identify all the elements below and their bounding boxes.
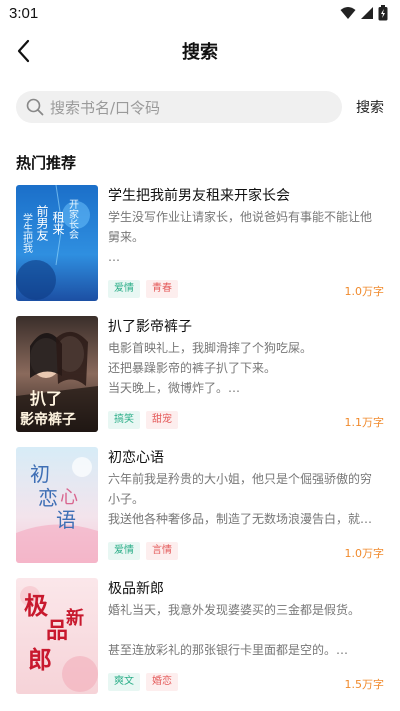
desc-line: 电影首映礼上，我脚滑摔了个狗吃屎。 xyxy=(108,341,313,355)
wifi-icon xyxy=(340,7,356,19)
book-cover: 极 品 新 郎 xyxy=(16,578,98,694)
tag: 青春 xyxy=(146,280,178,298)
status-icons xyxy=(340,5,388,21)
search-row: 搜索 xyxy=(16,91,384,125)
desc-line: 还把暴躁影帝的裤子扒了下来。 xyxy=(108,361,277,375)
desc-line: 当天晚上，微博炸了。… xyxy=(108,381,241,395)
book-item[interactable]: 初 恋 心 语 初恋心语 六年前我是矜贵的大小姐，他只是个倔强骄傲的穷 小子。 … xyxy=(16,447,384,578)
desc-line: 小子。 xyxy=(108,492,145,506)
svg-text:租来: 租来 xyxy=(51,211,65,235)
desc-line: 婚礼当天，我意外发现婆婆买的三金都是假货。 xyxy=(108,603,361,617)
search-button[interactable]: 搜索 xyxy=(356,97,384,117)
cover-title: 恋 xyxy=(38,486,58,510)
desc-line: 六年前我是矜贵的大小姐，他只是个倔强骄傲的穷 xyxy=(108,472,373,486)
page-title: 搜索 xyxy=(182,42,218,63)
book-list: 学生把我 前男友 租来 开家长会 学生把我前男友租来开家长会 学生没写作业让请家… xyxy=(16,185,384,709)
desc-line: 舅来。 xyxy=(108,230,145,244)
book-desc: 六年前我是矜贵的大小姐，他只是个倔强骄傲的穷 小子。 我送他各种奢侈品，制造了无… xyxy=(108,469,384,529)
cover-title: 影帝裤子 xyxy=(20,411,76,428)
battery-icon xyxy=(378,5,388,21)
desc-line: 甚至连放彩礼的那张银行卡里面都是空的。… xyxy=(108,643,349,657)
svg-text:前男友: 前男友 xyxy=(35,204,49,241)
cover-title: 新 xyxy=(66,607,84,629)
section-title: 热门推荐 xyxy=(16,154,77,172)
cover-title: 郎 xyxy=(28,645,52,674)
cover-title: 初 xyxy=(30,462,50,486)
book-cover: 初 恋 心 语 xyxy=(16,447,98,563)
book-title: 学生把我前男友租来开家长会 xyxy=(108,188,290,204)
status-time: 3:01 xyxy=(9,5,39,22)
tag: 言情 xyxy=(146,542,178,560)
book-desc: 婚礼当天，我意外发现婆婆买的三金都是假货。 甚至连放彩礼的那张银行卡里面都是空的… xyxy=(108,600,384,660)
cover-title: 心 xyxy=(60,487,78,508)
search-input[interactable] xyxy=(48,91,332,125)
cover-title: 学生把我 xyxy=(21,212,33,253)
cover-title: 扒了 xyxy=(30,389,62,408)
book-desc: 电影首映礼上，我脚滑摔了个狗吃屎。 还把暴躁影帝的裤子扒了下来。 当天晚上，微博… xyxy=(108,338,384,398)
book-title: 极品新郎 xyxy=(108,581,164,597)
book-cover: 学生把我 前男友 租来 开家长会 xyxy=(16,185,98,301)
tag: 爱情 xyxy=(108,542,140,560)
tag: 爽文 xyxy=(108,673,140,691)
tag: 甜宠 xyxy=(146,411,178,429)
word-count: 1.0万字 xyxy=(344,285,385,298)
book-item[interactable]: 扒了 影帝裤子 扒了影帝裤子 电影首映礼上，我脚滑摔了个狗吃屎。 还把暴躁影帝的… xyxy=(16,316,384,447)
tag: 爱情 xyxy=(108,280,140,298)
book-title: 初恋心语 xyxy=(108,450,164,466)
desc-line: 我送他各种奢侈品，制造了无数场浪漫告白，就… xyxy=(108,512,373,526)
desc-line: … xyxy=(108,250,120,264)
tag: 搞笑 xyxy=(108,411,140,429)
word-count: 1.1万字 xyxy=(344,416,385,429)
status-bar: 3:01 xyxy=(0,0,400,28)
search-box[interactable] xyxy=(16,91,342,125)
book-desc: 学生没写作业让请家长，他说爸妈有事能不能让他 舅来。 … xyxy=(108,207,384,267)
cover-title: 品 xyxy=(46,618,68,644)
cover-title: 语 xyxy=(56,508,76,532)
book-tags: 爱情 言情 xyxy=(108,542,178,560)
header: 搜索 xyxy=(0,28,400,74)
book-tags: 搞笑 甜宠 xyxy=(108,411,178,429)
cover-title: 极 xyxy=(24,591,48,620)
word-count: 1.5万字 xyxy=(344,678,385,691)
book-cover: 扒了 影帝裤子 xyxy=(16,316,98,432)
desc-line xyxy=(108,620,384,640)
search-icon xyxy=(26,98,44,116)
book-title: 扒了影帝裤子 xyxy=(108,319,192,335)
book-tags: 爽文 婚恋 xyxy=(108,673,178,691)
word-count: 1.0万字 xyxy=(344,547,385,560)
desc-line: 学生没写作业让请家长，他说爸妈有事能不能让他 xyxy=(108,210,373,224)
book-tags: 爱情 青春 xyxy=(108,280,178,298)
book-item[interactable]: 极 品 新 郎 极品新郎 婚礼当天，我意外发现婆婆买的三金都是假货。 甚至连放彩… xyxy=(16,578,384,709)
signal-icon xyxy=(361,7,373,19)
svg-text:开家长会: 开家长会 xyxy=(67,199,79,240)
book-item[interactable]: 学生把我 前男友 租来 开家长会 学生把我前男友租来开家长会 学生没写作业让请家… xyxy=(16,185,384,316)
tag: 婚恋 xyxy=(146,673,178,691)
